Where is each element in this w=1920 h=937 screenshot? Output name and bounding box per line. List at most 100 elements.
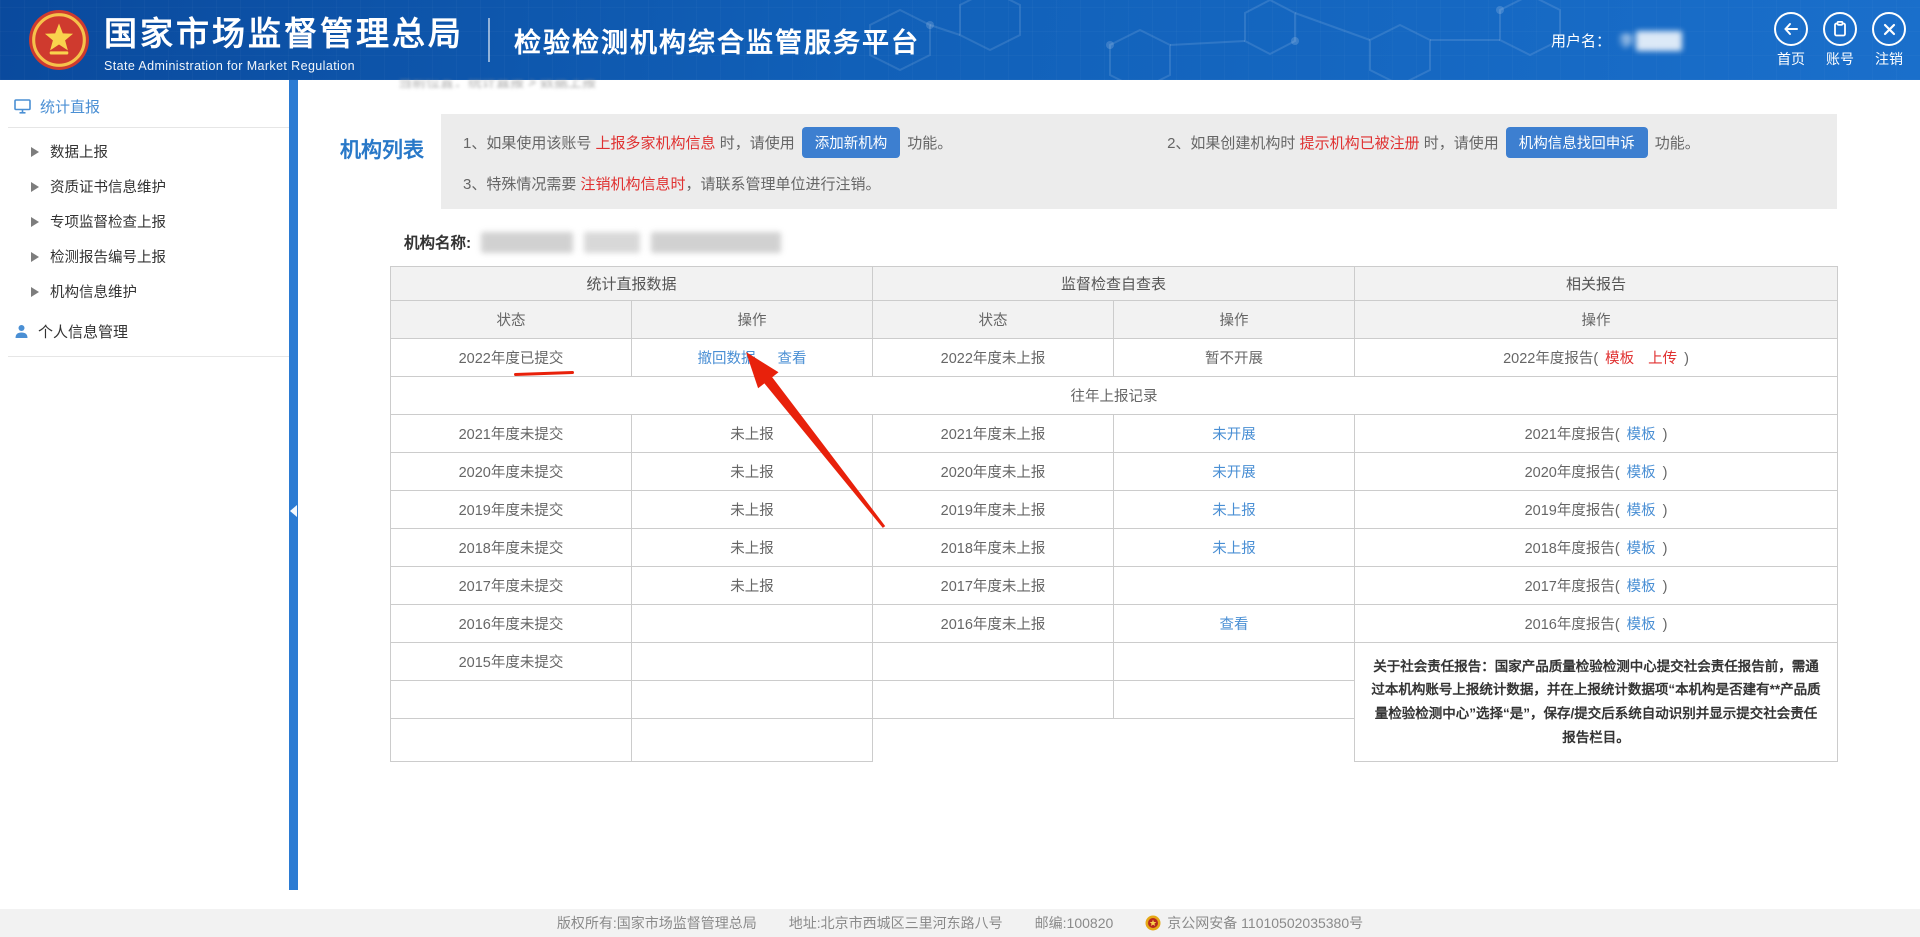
not-carried-out-link[interactable]: 未开展 xyxy=(1114,453,1355,491)
check-status-2022: 2022年度未上报 xyxy=(873,339,1114,377)
brand-area: 国家市场监督管理总局 State Administration for Mark… xyxy=(0,7,920,73)
subheader-status: 状态 xyxy=(873,301,1114,339)
sidebar-item-personal-info[interactable]: 个人信息管理 xyxy=(0,309,289,356)
clipboard-icon xyxy=(1823,12,1857,46)
template-link[interactable]: 模板 xyxy=(1627,503,1656,519)
brand-divider xyxy=(488,18,490,62)
user-info: 用户名： 李 xyxy=(1551,30,1682,51)
footer-address: 地址:北京市西城区三里河东路八号 xyxy=(789,913,1003,933)
operation-2022: 撤回数据 查看 xyxy=(632,339,873,377)
footer-copyright: 版权所有:国家市场监督管理总局 xyxy=(557,913,757,933)
footer-beian: 京公网安备 11010502035380号 xyxy=(1145,913,1363,933)
add-institution-button[interactable]: 添加新机构 xyxy=(802,127,901,158)
app-header: 国家市场监督管理总局 State Administration for Mark… xyxy=(0,0,1920,80)
account-button[interactable]: 账号 xyxy=(1823,12,1857,69)
sidebar-divider xyxy=(8,356,289,357)
template-link[interactable]: 模板 xyxy=(1627,617,1656,633)
page-footer: 版权所有:国家市场监督管理总局 地址:北京市西城区三里河东路八号 邮编:1008… xyxy=(0,909,1920,937)
notice-line-1: 1、如果使用该账号 上报多家机构信息 时，请使用添加新机构功能。 xyxy=(463,127,1167,158)
sidebar-accent-bar xyxy=(289,80,298,890)
org-name-redacted xyxy=(584,232,640,253)
not-reported-link[interactable]: 未上报 xyxy=(1114,491,1355,529)
group-header-statistics: 统计直报数据 xyxy=(391,267,873,301)
group-header-reports: 相关报告 xyxy=(1355,267,1838,301)
table-row-2022: 2022年度已提交 撤回数据 查看 2022年度未上报 暂不开展 2022年度报告… xyxy=(391,339,1838,377)
group-header-self-check: 监督检查自查表 xyxy=(873,267,1355,301)
sidebar: 统计直报 数据上报 资质证书信息维护 专项监督检查上报 检测报告编号上报 机 xyxy=(0,80,289,909)
username-redacted: 李 xyxy=(1619,30,1682,51)
notice-line-2: 2、如果创建机构时 提示机构已被注册 时，请使用机构信息找回申诉功能。 xyxy=(1167,127,1817,158)
platform-title: 检验检测机构综合监管服务平台 xyxy=(514,21,920,60)
subheader-status: 状态 xyxy=(391,301,632,339)
subheader-operation: 操作 xyxy=(1355,301,1838,339)
org-name-en: State Administration for Market Regulati… xyxy=(104,59,464,73)
caret-right-icon xyxy=(31,147,39,157)
monitor-icon xyxy=(14,99,31,114)
table-row-2021: 2021年度未提交 未上报 2021年度未上报 未开展 2021年度报告(模板) xyxy=(391,415,1838,453)
sidebar-divider xyxy=(8,127,289,128)
upload-link[interactable]: 上传 xyxy=(1648,351,1677,367)
table-row-2015: 2015年度未提交 关于社会责任报告：国家产品质量检验检测中心提交社会责任报告前… xyxy=(391,643,1838,681)
sidebar-section-statistics[interactable]: 统计直报 xyxy=(0,90,289,127)
view-2016-link[interactable]: 查看 xyxy=(1114,605,1355,643)
home-button[interactable]: 首页 xyxy=(1774,12,1808,69)
withdraw-data-link[interactable]: 撤回数据 xyxy=(698,351,756,367)
template-link[interactable]: 模板 xyxy=(1605,351,1634,367)
sidebar-item-org-info[interactable]: 机构信息维护 xyxy=(0,274,289,309)
view-link[interactable]: 查看 xyxy=(778,351,807,367)
page: 国家市场监督管理总局 State Administration for Mark… xyxy=(0,0,1920,937)
status-2022: 2022年度已提交 xyxy=(391,339,632,377)
national-emblem-logo xyxy=(28,9,90,71)
back-arrow-icon xyxy=(1774,12,1808,46)
org-name-label: 机构名称: xyxy=(404,231,471,253)
sidebar-item-data-upload[interactable]: 数据上报 xyxy=(0,134,289,169)
org-name-redacted xyxy=(481,232,573,253)
notice-red-text: 提示机构已被注册 xyxy=(1300,135,1420,152)
notice-red-text: 注销机构信息时 xyxy=(581,176,686,193)
template-link[interactable]: 模板 xyxy=(1627,465,1656,481)
sidebar-collapse-handle[interactable] xyxy=(290,505,297,517)
header-actions: 首页 账号 注销 xyxy=(1774,12,1906,69)
org-title-block: 国家市场监督管理总局 State Administration for Mark… xyxy=(104,7,464,73)
submitted-underline-text: 已提交 xyxy=(520,347,564,368)
caret-right-icon xyxy=(31,217,39,227)
close-icon xyxy=(1872,12,1906,46)
org-name: 国家市场监督管理总局 xyxy=(104,7,464,55)
caret-right-icon xyxy=(31,287,39,297)
notice-red-text: 上报多家机构信息 xyxy=(596,135,716,152)
table-row-2020: 2020年度未提交 未上报 2020年度未上报 未开展 2020年度报告(模板) xyxy=(391,453,1838,491)
caret-right-icon xyxy=(31,182,39,192)
logout-button[interactable]: 注销 xyxy=(1872,12,1906,69)
info-appeal-button[interactable]: 机构信息找回申诉 xyxy=(1506,127,1648,158)
sidebar-item-special-inspection[interactable]: 专项监督检查上报 xyxy=(0,204,289,239)
template-link[interactable]: 模板 xyxy=(1627,427,1656,443)
main-content: 当前位置：统计直报 > 数据上报 机构列表 1、如果使用该账号 上报多家机构信息… xyxy=(298,80,1920,909)
not-reported-link[interactable]: 未上报 xyxy=(1114,529,1355,567)
table-row-2017: 2017年度未提交 未上报 2017年度未上报 2017年度报告(模板) xyxy=(391,567,1838,605)
org-name-redacted xyxy=(651,232,781,253)
table-row-2018: 2018年度未提交 未上报 2018年度未上报 未上报 2018年度报告(模板) xyxy=(391,529,1838,567)
template-link[interactable]: 模板 xyxy=(1627,541,1656,557)
history-header-row: 往年上报记录 xyxy=(391,377,1838,415)
history-header: 往年上报记录 xyxy=(391,377,1838,415)
subheader-operation: 操作 xyxy=(1114,301,1355,339)
institution-table: 统计直报数据 监督检查自查表 相关报告 状态 操作 状态 操作 操作 2022年… xyxy=(390,266,1838,762)
table-row-2019: 2019年度未提交 未上报 2019年度未上报 未上报 2019年度报告(模板) xyxy=(391,491,1838,529)
page-title: 机构列表 xyxy=(340,114,441,164)
table-row-2016: 2016年度未提交 2016年度未上报 查看 2016年度报告(模板) xyxy=(391,605,1838,643)
check-operation-2022: 暂不开展 xyxy=(1114,339,1355,377)
not-carried-out-link[interactable]: 未开展 xyxy=(1114,415,1355,453)
template-link[interactable]: 模板 xyxy=(1627,579,1656,595)
hexagon-decoration xyxy=(840,0,1600,80)
caret-right-icon xyxy=(31,252,39,262)
notice-box: 1、如果使用该账号 上报多家机构信息 时，请使用添加新机构功能。 2、如果创建机… xyxy=(441,114,1837,209)
police-badge-icon xyxy=(1145,915,1161,931)
subheader-operation: 操作 xyxy=(632,301,873,339)
breadcrumb: 当前位置：统计直报 > 数据上报 xyxy=(398,80,596,90)
notice-line-3: 3、特殊情况需要 注销机构信息时，请联系管理单位进行注销。 xyxy=(463,173,1167,194)
footer-postcode: 邮编:100820 xyxy=(1035,913,1114,933)
sidebar-item-certificate-info[interactable]: 资质证书信息维护 xyxy=(0,169,289,204)
org-name-row: 机构名称: xyxy=(404,231,1920,253)
report-2022: 2022年度报告(模板上传) xyxy=(1355,339,1838,377)
sidebar-item-report-number[interactable]: 检测报告编号上报 xyxy=(0,239,289,274)
